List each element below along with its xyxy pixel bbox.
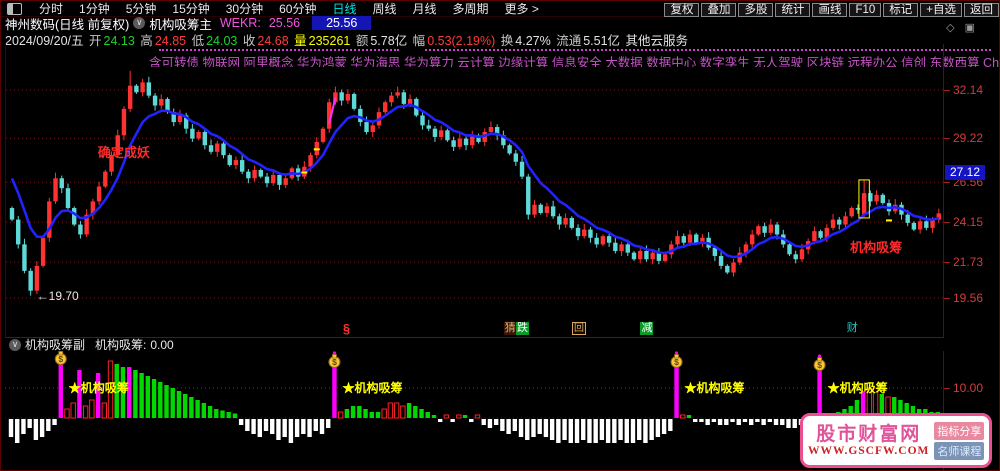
wekr-value: 25.56: [268, 16, 301, 30]
bottom-marker-4[interactable]: 减: [640, 322, 654, 335]
svg-text:$: $: [58, 354, 63, 364]
bottom-marker-1[interactable]: 猜: [503, 322, 517, 335]
subpanel-level-label: 10.00: [943, 381, 984, 395]
collapse-main-icon[interactable]: ∨: [133, 17, 146, 29]
price-axis-label: 21.73: [943, 255, 984, 270]
tab-6[interactable]: 日线: [324, 2, 364, 16]
diamond-icon[interactable]: ◇: [946, 22, 964, 34]
watermark-url: WWW.GSCFW.COM: [808, 445, 930, 457]
tab-5[interactable]: 60分钟: [271, 2, 324, 16]
bottom-marker-2[interactable]: 跌: [516, 322, 530, 335]
price-axis-label: 24.15: [943, 215, 984, 230]
subpanel-header: ∨ 机构吸筹副 机构吸筹: 0.00: [5, 337, 174, 352]
toolbar-button-7[interactable]: +自选: [920, 2, 962, 17]
toolbar-button-2[interactable]: 多股: [738, 2, 774, 17]
toolbar-button-8[interactable]: 返回: [964, 2, 999, 17]
current-price-badge: 27.12: [945, 164, 986, 180]
toolbar-button-4[interactable]: 画线: [812, 2, 848, 17]
tab-7[interactable]: 周线: [364, 2, 404, 16]
price-axis-label: 19.56: [943, 290, 984, 305]
collapse-sub-icon[interactable]: ∨: [9, 338, 21, 351]
tab-9[interactable]: 多周期: [445, 2, 497, 16]
maximize-pane-icon[interactable]: ▣: [965, 22, 985, 34]
watermark-card: 股市财富网 WWW.GSCFW.COM 指标分享 名师课程: [800, 413, 992, 468]
tab-10[interactable]: 更多 >: [497, 2, 547, 16]
svg-text:$: $: [674, 357, 679, 367]
bag-label-0: ★机构吸筹: [69, 380, 129, 395]
badge-indicator-share: 指标分享: [934, 421, 985, 440]
toolbar-button-3[interactable]: 统计: [775, 2, 811, 17]
price-axis-label: 32.14: [943, 83, 984, 97]
bag-label-3: ★机构吸筹: [828, 380, 888, 395]
selected-value-badge: 25.56: [312, 16, 372, 30]
toolbar-button-6[interactable]: 标记: [883, 2, 919, 17]
wekr-label: WEKR:: [219, 16, 261, 30]
toolbar-button-1[interactable]: 叠加: [701, 2, 737, 17]
main-candlestick-chart[interactable]: 确定成妖机构吸筹 ←19.70 § 猜跌 回 减 财: [5, 44, 944, 338]
badge-teacher-course: 名师课程: [934, 441, 985, 460]
title-row: 神州数码(日线 前复权) ∨ 机构吸筹主 WEKR: 25.56 25.56: [5, 16, 372, 32]
bag-label-2: ★机构吸筹: [685, 380, 745, 395]
pane-controls: ◇▣: [946, 21, 985, 34]
trading-app-window: 分时 1分钟 5分钟 15分钟 30分钟 60分钟 日线 周线 月线 多周期 更多 > 复权 叠加 多股…: [0, 0, 1000, 471]
bottom-marker-3[interactable]: 回: [572, 322, 587, 335]
svg-text:$: $: [817, 360, 822, 370]
main-price-axis: 32.14 29.22 26.56 24.15 21.73 19.56 27.12: [943, 44, 999, 337]
toolbar-button-5[interactable]: F10: [849, 2, 882, 17]
subpanel-value: 0.00: [150, 337, 174, 352]
toolbar-buttons: 复权 叠加 多股 统计 画线 F10 标记 +自选 返回: [662, 2, 999, 17]
quote-info-row: 2024/09/20/五 开 24.13 高 24.85 低 24.03 收 24.68…: [5, 30, 690, 48]
watermark-site-name: 股市财富网: [816, 424, 922, 445]
price-axis-label: 29.22: [943, 131, 984, 146]
bottom-marker-5[interactable]: 财: [846, 322, 859, 335]
low-price-label: ←19.70: [36, 288, 79, 303]
candlestick-svg: [6, 70, 944, 299]
watermark-badges: 指标分享 名师课程: [934, 420, 985, 462]
tab-4[interactable]: 30分钟: [218, 2, 271, 16]
chart-annotation-1: 机构吸筹: [850, 240, 903, 256]
toolbar-button-0[interactable]: 复权: [664, 2, 700, 17]
watermark-text: 股市财富网 WWW.GSCFW.COM: [808, 424, 929, 457]
svg-text:$: $: [332, 357, 337, 367]
chart-annotation-0: 确定成妖: [97, 144, 150, 160]
bottom-marker-0[interactable]: §: [342, 322, 351, 335]
tab-8[interactable]: 月线: [405, 2, 445, 16]
bag-label-1: ★机构吸筹: [342, 380, 402, 395]
